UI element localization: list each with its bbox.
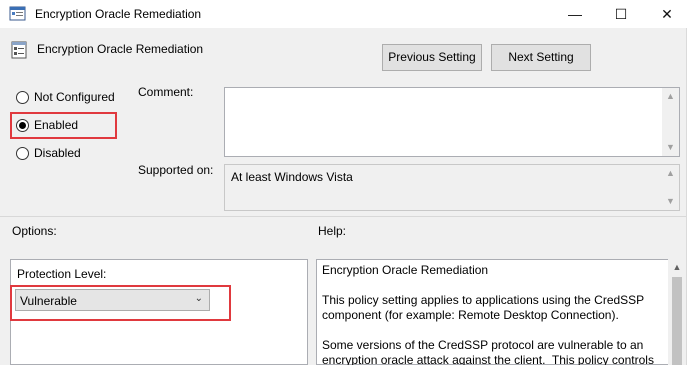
section-divider (0, 216, 694, 217)
comment-scrollbar[interactable]: ▲ ▼ (662, 88, 679, 156)
supported-on-value: At least Windows Vista (231, 170, 353, 184)
supported-scrollbar[interactable]: ▲ ▼ (662, 165, 679, 210)
help-text: Encryption Oracle Remediation This polic… (322, 263, 654, 365)
close-button[interactable]: ✕ (644, 0, 690, 28)
scroll-down-icon[interactable]: ▼ (662, 193, 679, 210)
scroll-down-icon[interactable]: ▼ (662, 139, 679, 156)
comment-textarea[interactable]: ▲ ▼ (224, 87, 680, 157)
dropdown-highlight-box (10, 285, 231, 321)
comment-label: Comment: (138, 85, 194, 99)
minimize-button[interactable]: — (552, 0, 598, 28)
radio-not-configured[interactable]: Not Configured (16, 88, 115, 106)
help-panel: Encryption Oracle Remediation This polic… (316, 259, 668, 365)
window-title: Encryption Oracle Remediation (35, 7, 202, 21)
radio-circle-icon (16, 90, 29, 104)
radio-disabled[interactable]: Disabled (16, 144, 81, 162)
policy-title: Encryption Oracle Remediation (37, 42, 204, 56)
next-setting-button[interactable]: Next Setting (491, 44, 591, 71)
help-label: Help: (318, 224, 347, 238)
background-window-edge (686, 28, 694, 365)
protection-level-label: Protection Level: (17, 267, 107, 281)
enabled-highlight-box (10, 112, 117, 139)
radio-label: Not Configured (34, 90, 115, 104)
help-scrollbar[interactable]: ▲ (668, 259, 686, 365)
scroll-up-icon[interactable]: ▲ (662, 88, 679, 105)
supported-on-label: Supported on: (138, 163, 214, 177)
title-bar: Encryption Oracle Remediation — ☐ ✕ (0, 0, 694, 28)
options-label: Options: (12, 224, 57, 238)
supported-on-field: At least Windows Vista ▲ ▼ (224, 164, 680, 211)
scrollbar-thumb[interactable] (672, 277, 682, 365)
scroll-up-icon[interactable]: ▲ (662, 165, 679, 182)
scroll-up-icon[interactable]: ▲ (668, 259, 686, 276)
policy-window-icon (9, 6, 26, 21)
previous-setting-button[interactable]: Previous Setting (382, 44, 482, 71)
radio-label: Disabled (34, 146, 81, 160)
policy-setting-icon (11, 41, 27, 59)
maximize-button[interactable]: ☐ (598, 0, 644, 28)
radio-circle-icon (16, 146, 29, 160)
